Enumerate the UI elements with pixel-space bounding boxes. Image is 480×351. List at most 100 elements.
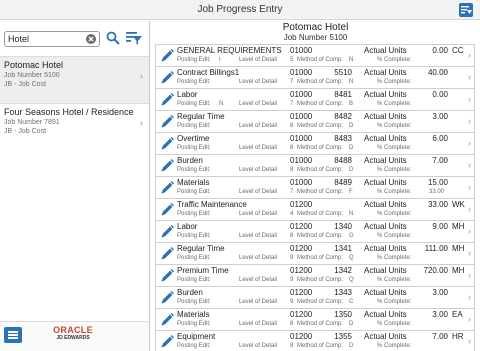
actual-units-label: Actual Units	[364, 134, 407, 143]
chevron-right-icon: ›	[468, 292, 471, 302]
search-input[interactable]	[8, 33, 82, 45]
actual-units-value: 7.00	[432, 332, 448, 341]
level-of-detail-label: Level of Detail	[239, 255, 278, 261]
pencil-icon[interactable]	[159, 136, 175, 152]
cost-code-subsidiary: 1350	[334, 310, 352, 319]
posting-edit-label: Posting Edit:	[177, 167, 211, 173]
posting-edit-label: Posting Edit:	[177, 211, 211, 217]
posting-edit-label: Posting Edit:	[177, 123, 211, 129]
job-type: JB - Job Cost	[4, 128, 47, 135]
actual-units-label: Actual Units	[364, 46, 407, 55]
percent-complete-label: % Complete:	[377, 321, 412, 327]
list-filter-icon[interactable]	[126, 31, 142, 46]
level-of-detail-label: Level of Detail	[239, 277, 278, 283]
level-of-detail-value: 5	[290, 57, 294, 63]
chevron-right-icon: ›	[468, 160, 471, 170]
actual-units-value: 0.00	[432, 90, 448, 99]
level-of-detail-value: 8	[290, 233, 294, 239]
pencil-icon[interactable]	[159, 92, 175, 108]
menu-icon[interactable]	[4, 327, 22, 343]
clear-icon[interactable]	[86, 34, 96, 44]
cost-code-description: Materials	[177, 310, 210, 319]
level-of-detail-value: 9	[290, 299, 294, 305]
job-list-item[interactable]: Four Seasons Hotel / Residence Job Numbe…	[0, 103, 149, 150]
cost-code-row[interactable]: Contract Billings1 01000 5510 Actual Units 4…	[155, 66, 475, 88]
cost-code-row[interactable]: Premium Time 01200 1342 Actual Units 720.00 M…	[155, 264, 475, 286]
method-of-comp-value: D	[349, 321, 354, 327]
cost-code-row[interactable]: Materials 01000 8489 Actual Units 15.00 Posti…	[155, 176, 475, 198]
cost-code-row[interactable]: Regular Time 01000 8482 Actual Units 3.00 Pos…	[155, 110, 475, 132]
method-of-comp-value: N	[349, 79, 354, 85]
actual-units-label: Actual Units	[364, 244, 407, 253]
posting-edit-value: I	[219, 57, 221, 63]
chevron-right-icon: ›	[468, 94, 471, 104]
method-of-comp-value: Q	[349, 277, 354, 283]
pencil-icon[interactable]	[159, 180, 175, 196]
posting-edit-label: Posting Edit:	[177, 79, 211, 85]
unit-of-measure: WK	[452, 200, 465, 209]
pencil-icon[interactable]	[159, 290, 175, 306]
posting-edit-label: Posting Edit:	[177, 101, 211, 107]
actual-units-value: 7.00	[432, 156, 448, 165]
cost-code-account: 01000	[290, 68, 313, 77]
percent-complete-label: % Complete:	[377, 299, 412, 305]
method-of-comp-label: Method of Comp:	[297, 145, 344, 151]
percent-complete-label: % Complete:	[377, 233, 412, 239]
job-name: Four Seasons Hotel / Residence	[4, 107, 134, 117]
cost-code-subsidiary: 1342	[334, 266, 352, 275]
pencil-icon[interactable]	[159, 158, 175, 174]
cost-code-row[interactable]: Labor 01000 8481 Actual Units 0.00 Posting Ed…	[155, 88, 475, 110]
pencil-icon[interactable]	[159, 268, 175, 284]
actual-units-label: Actual Units	[364, 288, 407, 297]
pencil-icon[interactable]	[159, 334, 175, 350]
actual-units-label: Actual Units	[364, 68, 407, 77]
filter-icon[interactable]	[459, 3, 473, 17]
cost-code-subsidiary: 8489	[334, 178, 352, 187]
pencil-icon[interactable]	[159, 312, 175, 328]
unit-of-measure: HR	[452, 332, 464, 341]
cost-code-description: Regular Time	[177, 244, 225, 253]
cost-code-row[interactable]: Labor 01200 1340 Actual Units 9.00 MH Posting …	[155, 220, 475, 242]
search-field[interactable]	[4, 31, 100, 47]
method-of-comp-label: Method of Comp:	[297, 277, 344, 283]
pencil-icon[interactable]	[159, 70, 175, 86]
search-icon[interactable]	[106, 31, 120, 45]
level-of-detail-value: 8	[290, 123, 294, 129]
cost-code-subsidiary: 5510	[334, 68, 352, 77]
posting-edit-label: Posting Edit:	[177, 255, 211, 261]
actual-units-label: Actual Units	[364, 266, 407, 275]
cost-code-row[interactable]: Burden 01200 1343 Actual Units 3.00 Posting E…	[155, 286, 475, 308]
cost-code-list: GENERAL REQUIREMENTS 01000 Actual Units 0.0…	[155, 44, 475, 351]
page-title: Job Progress Entry	[197, 4, 283, 15]
chevron-right-icon: ›	[468, 248, 471, 258]
cost-code-description: Burden	[177, 288, 203, 297]
cost-code-description: Contract Billings1	[177, 68, 240, 77]
cost-code-subsidiary: 1341	[334, 244, 352, 253]
cost-code-description: Traffic Maintenance	[177, 200, 247, 209]
cost-code-account: 01200	[290, 244, 313, 253]
pencil-icon[interactable]	[159, 224, 175, 240]
cost-code-row[interactable]: Traffic Maintenance 01200 Actual Units 33.0…	[155, 198, 475, 220]
pencil-icon[interactable]	[159, 114, 175, 130]
level-of-detail-value: 9	[290, 255, 294, 261]
pencil-icon[interactable]	[159, 202, 175, 218]
cost-code-account: 01000	[290, 112, 313, 121]
chevron-right-icon: ›	[468, 50, 471, 60]
actual-units-value: 40.00	[427, 68, 448, 77]
cost-code-account: 01000	[290, 134, 313, 143]
cost-code-row[interactable]: Overtime 01000 8483 Actual Units 6.00 Posting…	[155, 132, 475, 154]
actual-units-label: Actual Units	[364, 90, 407, 99]
method-of-comp-value: D	[349, 145, 354, 151]
chevron-right-icon: ›	[468, 314, 471, 324]
cost-code-row[interactable]: Materials 01200 1350 Actual Units 3.00 EA Post…	[155, 308, 475, 330]
percent-complete-label: % Complete:	[377, 255, 412, 261]
pencil-icon[interactable]	[159, 246, 175, 262]
chevron-right-icon: ›	[468, 138, 471, 148]
pencil-icon[interactable]	[159, 48, 175, 64]
cost-code-row[interactable]: Equipment 01200 1355 Actual Units 7.00 HR Post…	[155, 330, 475, 351]
cost-code-row[interactable]: GENERAL REQUIREMENTS 01000 Actual Units 0.0…	[155, 44, 475, 66]
method-of-comp-value: N	[349, 57, 354, 63]
cost-code-row[interactable]: Regular Time 01200 1341 Actual Units 111.00 M…	[155, 242, 475, 264]
cost-code-row[interactable]: Burden 01000 8488 Actual Units 7.00 Posting E…	[155, 154, 475, 176]
job-list-item[interactable]: Potomac Hotel Job Number 5100 JB - Job C…	[0, 56, 149, 103]
